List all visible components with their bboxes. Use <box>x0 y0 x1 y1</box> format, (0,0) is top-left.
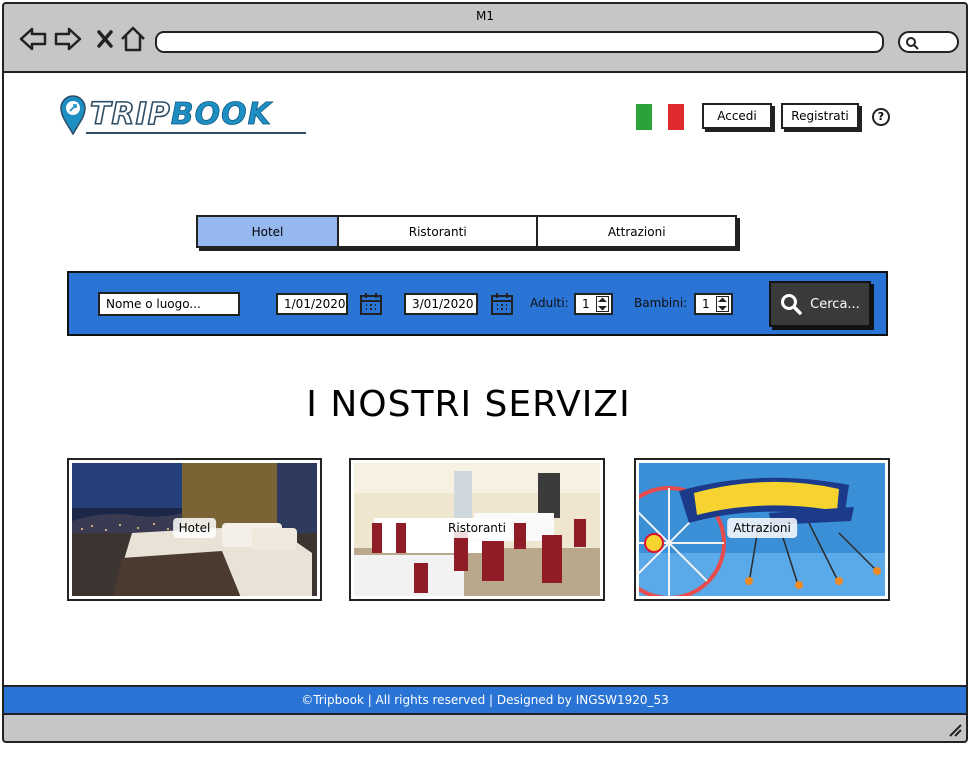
back-arrow-icon[interactable] <box>18 24 48 54</box>
close-icon[interactable] <box>91 24 121 54</box>
checkin-date-input[interactable]: 1/01/2020 <box>276 293 348 315</box>
children-label: Bambini: <box>634 296 688 310</box>
map-pin-logo-icon <box>60 95 86 136</box>
calendar-icon[interactable] <box>359 292 383 316</box>
place-input[interactable]: Nome o luogo... <box>98 292 240 316</box>
calendar-icon[interactable] <box>490 292 514 316</box>
stepper-arrows-icon[interactable] <box>596 296 609 312</box>
help-icon[interactable]: ? <box>872 108 890 126</box>
footer: ©Tripbook | All rights reserved | Design… <box>2 685 968 715</box>
resize-grip-icon[interactable] <box>948 723 962 737</box>
children-stepper[interactable]: 1 <box>694 293 733 315</box>
service-tabs: Hotel Ristoranti Attrazioni <box>196 215 737 248</box>
browser-status-bar <box>2 715 968 743</box>
brand-logo[interactable]: TRIPBOOK <box>89 96 272 133</box>
footer-text: ©Tripbook | All rights reserved | Design… <box>301 693 669 707</box>
adults-label: Adulti: <box>530 296 569 310</box>
login-button[interactable]: Accedi <box>702 103 772 129</box>
checkout-date-input[interactable]: 3/01/2020 <box>404 293 478 315</box>
brand-name-book: BOOK <box>170 97 272 133</box>
tab-ristoranti[interactable]: Ristoranti <box>339 217 539 246</box>
adults-value: 1 <box>582 297 590 311</box>
card-label-hotel: Hotel <box>172 518 217 538</box>
card-label-attrazioni: Attrazioni <box>727 518 797 538</box>
search-icon <box>781 294 802 315</box>
service-card-ristoranti[interactable]: Ristoranti <box>349 458 605 601</box>
forward-arrow-icon[interactable] <box>53 24 83 54</box>
logo-underline <box>86 132 306 134</box>
tab-attrazioni[interactable]: Attrazioni <box>538 217 735 246</box>
italian-flag-icon[interactable] <box>636 104 684 130</box>
search-icon <box>906 37 919 50</box>
browser-toolbar: M1 <box>2 2 968 73</box>
children-value: 1 <box>702 297 710 311</box>
home-icon[interactable] <box>118 24 148 54</box>
browser-search-field[interactable] <box>898 31 959 53</box>
adults-stepper[interactable]: 1 <box>574 293 613 315</box>
services-title: I NOSTRI SERVIZI <box>306 384 631 425</box>
window-title: M1 <box>476 9 494 23</box>
brand-name-trip: TRIP <box>89 96 171 133</box>
stepper-arrows-icon[interactable] <box>716 296 729 312</box>
search-button[interactable]: Cerca... <box>769 281 871 327</box>
register-button[interactable]: Registrati <box>781 103 859 129</box>
service-card-attrazioni[interactable]: Attrazioni <box>634 458 890 601</box>
url-input[interactable] <box>155 31 884 53</box>
tab-hotel[interactable]: Hotel <box>198 217 339 246</box>
service-card-hotel[interactable]: Hotel <box>67 458 322 601</box>
card-label-ristoranti: Ristoranti <box>442 518 512 538</box>
search-button-label: Cerca... <box>810 296 860 312</box>
